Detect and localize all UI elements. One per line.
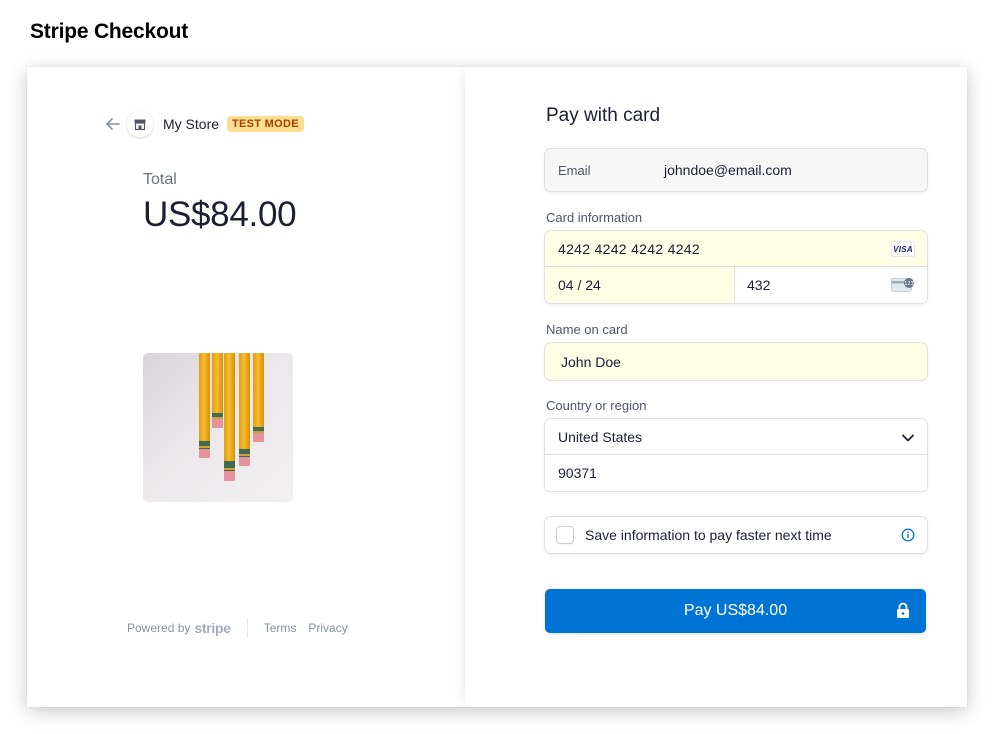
zip-input[interactable]: 90371	[545, 455, 927, 491]
name-on-card-input[interactable]: John Doe	[545, 343, 927, 380]
store-icon	[127, 111, 153, 137]
card-cvc-input[interactable]: 432 123	[735, 267, 927, 303]
card-number-input[interactable]: 4242 4242 4242 4242 VISA	[545, 231, 927, 267]
pencil	[239, 353, 250, 466]
total-amount: US$84.00	[143, 195, 297, 234]
pay-with-card-title: Pay with card	[546, 105, 661, 126]
pencil	[224, 353, 235, 481]
terms-link[interactable]: Terms	[264, 621, 297, 635]
card-information-group: 4242 4242 4242 4242 VISA 04 / 24 432 123	[545, 231, 927, 303]
pencil	[199, 353, 210, 458]
test-mode-badge: TEST MODE	[227, 116, 304, 132]
stripe-logo: stripe	[194, 620, 231, 636]
zip-value: 90371	[558, 465, 597, 481]
card-expiry-input[interactable]: 04 / 24	[545, 267, 735, 303]
email-label: Email	[558, 162, 591, 178]
visa-icon: VISA	[891, 241, 915, 257]
pencil	[212, 353, 223, 428]
pencil	[253, 353, 264, 442]
store-header: My Store TEST MODE	[103, 111, 304, 137]
payment-form-pane: Pay with card Email johndoe@email.com Ca…	[465, 67, 967, 707]
product-image	[143, 353, 293, 502]
checkout-window: My Store TEST MODE Total US$84.00 Powere…	[27, 67, 967, 707]
order-summary-pane: My Store TEST MODE Total US$84.00 Powere…	[27, 67, 465, 707]
footer-divider	[246, 618, 248, 638]
save-info-row[interactable]: Save information to pay faster next time	[545, 517, 927, 553]
email-value: johndoe@email.com	[664, 162, 792, 178]
name-on-card-value: John Doe	[561, 353, 621, 370]
cvc-card-icon: 123	[891, 277, 915, 293]
pay-button-label: Pay US$84.00	[683, 602, 788, 619]
privacy-link[interactable]: Privacy	[308, 621, 347, 635]
total-label: Total	[143, 171, 177, 188]
country-region-group: United States 90371	[545, 419, 927, 491]
svg-text:123: 123	[904, 281, 914, 287]
chevron-down-icon	[901, 431, 915, 443]
lock-icon	[896, 602, 910, 619]
card-expiry-value: 04 / 24	[558, 277, 601, 293]
info-icon[interactable]	[901, 528, 915, 542]
store-name[interactable]: My Store	[163, 116, 219, 132]
save-info-label: Save information to pay faster next time	[585, 527, 832, 543]
page-heading: Stripe Checkout	[30, 20, 189, 43]
powered-by-stripe[interactable]: Powered by stripe	[127, 620, 231, 636]
email-field[interactable]: Email johndoe@email.com	[545, 149, 927, 191]
country-selected-value: United States	[558, 428, 643, 445]
country-select[interactable]: United States	[545, 419, 927, 455]
save-info-checkbox[interactable]	[556, 526, 574, 544]
name-on-card-label: Name on card	[546, 322, 628, 337]
card-information-label: Card information	[546, 210, 643, 225]
card-number-value: 4242 4242 4242 4242	[558, 240, 700, 257]
footer: Powered by stripe Terms Privacy	[127, 618, 360, 638]
country-region-label: Country or region	[546, 398, 647, 413]
card-cvc-value: 432	[747, 277, 771, 293]
pay-button[interactable]: Pay US$84.00	[545, 589, 926, 633]
powered-by-label: Powered by	[127, 621, 191, 635]
back-arrow-icon[interactable]	[103, 114, 123, 134]
